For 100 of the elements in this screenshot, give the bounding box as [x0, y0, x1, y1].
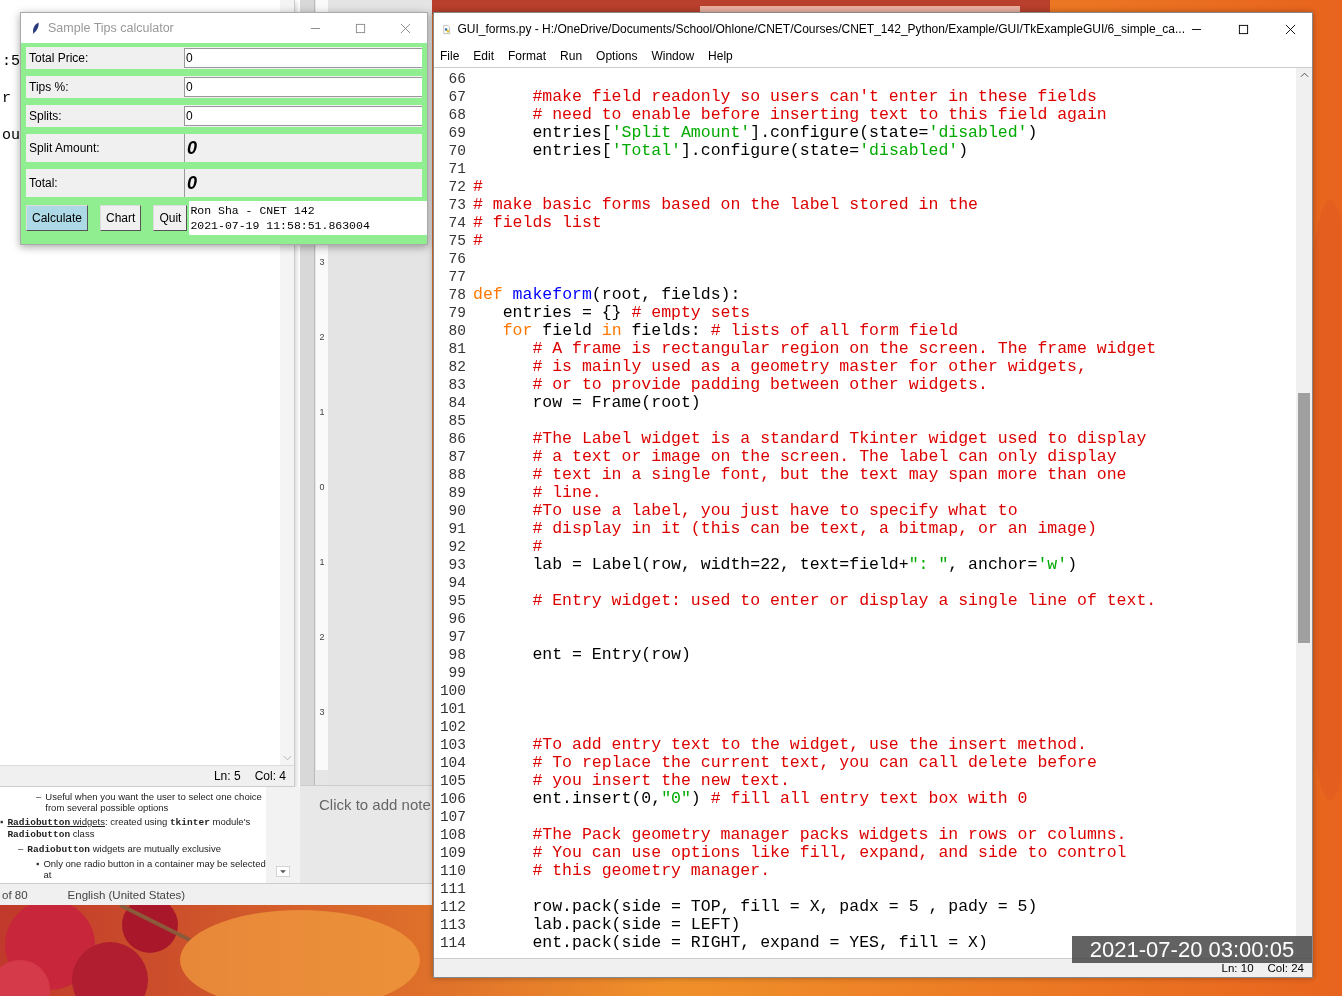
code-line: #The Label widget is a standard Tkinter widget used to display [531, 430, 1147, 448]
input-field[interactable]: 0 [184, 106, 422, 126]
line-number: 89 [447, 484, 466, 502]
field-label: Total Price: [28, 50, 90, 67]
code-line: row = Frame(root) [531, 394, 701, 412]
outline-text: Radiobutton widgets are mutually exclusive [27, 843, 221, 855]
scrollbar-thumb[interactable] [1298, 393, 1310, 643]
line-number: 82 [447, 358, 466, 376]
line-number: 87 [447, 448, 466, 466]
line-number: 95 [447, 592, 466, 610]
line-number: 88 [447, 466, 466, 484]
timestamp-overlay: 2021-07-20 03:00:05 [1072, 936, 1312, 963]
action-button[interactable]: Quit [153, 205, 188, 231]
code-line: # text in a single font, but the text may span more than one [531, 466, 1127, 484]
line-number: 78 [447, 286, 466, 304]
line-number: 104 [438, 754, 466, 772]
code-line: # Entry widget: used to enter or display a single line of text. [531, 592, 1157, 610]
action-button[interactable]: Chart [100, 205, 142, 231]
code-line: # fields list [473, 214, 602, 232]
feather-icon [31, 20, 40, 36]
menu-item[interactable]: Help [708, 49, 733, 63]
field-label: Split Amount: [28, 140, 101, 157]
line-number: 91 [447, 520, 466, 538]
line-number: 93 [447, 556, 466, 574]
menu-item[interactable]: Run [560, 49, 583, 63]
code-line: # To replace the current text, you can call delete before [531, 754, 1097, 772]
line-number: 92 [447, 538, 466, 556]
field-label: Tips %: [28, 79, 70, 96]
line-number: 112 [438, 898, 466, 916]
code-line: def makeform(root, fields): [473, 286, 741, 304]
code-line: # You can use options like fill, expand, and side to control [531, 844, 1127, 862]
line-number: 79 [447, 304, 466, 322]
code-line: #make field readonly so users can't enter in these fields [531, 88, 1097, 106]
code-line: #To use a label, you just have to specify what to [531, 502, 1018, 520]
bullet-marker: – [18, 843, 24, 856]
code-line: lab.pack(side = LEFT) [531, 916, 741, 934]
input-field[interactable]: 0 [184, 77, 422, 97]
outline-text: Only one radio button in a container may be selected at [43, 858, 266, 880]
line-number: 109 [438, 844, 466, 862]
code-line: # need to enable before inserting text to this field again [531, 106, 1107, 124]
text-fragment: :5 [1, 52, 20, 72]
line-number: 84 [447, 394, 466, 412]
code-line: # a text or image on the screen. The label can only display [531, 448, 1117, 466]
input-field[interactable]: 0 [184, 48, 422, 68]
window-title: Sample Tips calculator [48, 21, 175, 35]
line-number: 74 [447, 214, 466, 232]
code-line: ent.insert(0,"0") # fill all entry text box with 0 [531, 790, 1028, 808]
code-line: ent = Entry(row) [531, 646, 691, 664]
line-number: 113 [438, 916, 466, 934]
line-number: 77 [447, 268, 466, 286]
line-number: 110 [438, 862, 466, 880]
line-number: 106 [438, 790, 466, 808]
code-line: # [531, 538, 543, 556]
close-icon[interactable] [1285, 23, 1296, 35]
bullet-marker: ▪ [36, 858, 40, 871]
line-number: 114 [438, 934, 466, 952]
line-number: 99 [447, 664, 466, 682]
line-number: 67 [447, 88, 466, 106]
line-number: 108 [438, 826, 466, 844]
outline-text: Useful when you want the user to select one choice from several possible options [45, 791, 263, 813]
line-number: 70 [447, 142, 466, 160]
code-line: # this geometry manager. [531, 862, 771, 880]
code-line: #To add entry text to the widget, use the insert method. [531, 736, 1087, 754]
code-line: for field in fields: # lists of all form field [501, 322, 959, 340]
scroll-down-button[interactable] [276, 866, 290, 877]
notes-placeholder: Click to add note [319, 796, 431, 813]
maximize-icon[interactable] [1238, 23, 1249, 35]
code-line: # [473, 232, 483, 250]
code-line: entries = {} # empty sets [501, 304, 751, 322]
line-number: 86 [447, 430, 466, 448]
bullet-marker: – [36, 791, 42, 804]
menu-item[interactable]: Edit [473, 49, 495, 63]
field-label: Total: [28, 175, 59, 192]
code-line: # or to provide padding between other widgets. [531, 376, 988, 394]
action-button[interactable]: Calculate [26, 205, 89, 231]
menu-item[interactable]: File [440, 49, 460, 63]
code-line: entries['Total'].configure(state='disabled') [531, 142, 969, 160]
menu-item[interactable]: Format [508, 49, 547, 63]
code-line: #The Pack geometry manager packs widgets in rows or columns. [531, 826, 1127, 844]
code-line: lab = Label(row, width=22, text=field+": ", anchor='w') [531, 556, 1078, 574]
line-number: 76 [447, 250, 466, 268]
line-number: 96 [447, 610, 466, 628]
code-line: ent.pack(side = RIGHT, expand = YES, fill = X) [531, 934, 988, 952]
line-number: 73 [447, 196, 466, 214]
line-number: 111 [438, 880, 466, 898]
code-line: # line. [531, 484, 602, 502]
line-number: 80 [447, 322, 466, 340]
code-line: # [473, 178, 483, 196]
line-number: 97 [447, 628, 466, 646]
result-field: 0 [184, 169, 422, 197]
info-line: Ron Sha - CNET 142 [190, 203, 316, 218]
menu-item[interactable]: Options [596, 49, 638, 63]
menu-item[interactable]: Window [651, 49, 695, 63]
result-field: 0 [184, 134, 422, 162]
field-label: Splits: [28, 108, 63, 125]
line-number: 101 [438, 700, 466, 718]
chevron-up-icon[interactable] [1299, 72, 1309, 78]
column-indicator: Col: 24 [1267, 962, 1304, 974]
line-number: 90 [447, 502, 466, 520]
line-number: 100 [438, 682, 466, 700]
